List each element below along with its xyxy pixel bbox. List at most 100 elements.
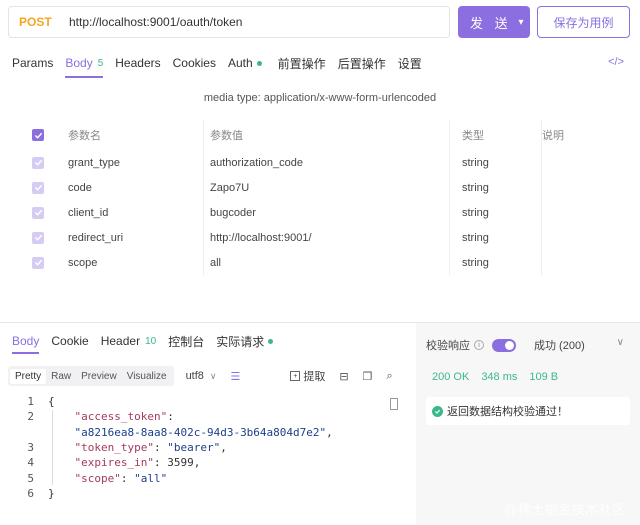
tab-label: 控制台 xyxy=(168,334,205,349)
code-text: "a8216ea8-8aa8-402c-94d3-3b64a804d7e2", xyxy=(34,426,333,439)
validation-result: 返回数据结构校验通过！ xyxy=(426,397,630,425)
count-badge: 10 xyxy=(145,335,157,347)
tab-label: Auth xyxy=(227,56,253,70)
save-as-case-button[interactable]: 保存为用例 xyxy=(537,6,630,38)
response-time: 348 ms xyxy=(481,371,518,383)
row-checkbox[interactable] xyxy=(32,156,44,169)
json-key: "token_type" xyxy=(74,441,154,455)
json-key: "expires_in" xyxy=(74,456,154,470)
indent-guide xyxy=(52,410,53,485)
wrap-lines-icon[interactable]: ☰ xyxy=(231,370,241,383)
code-text: "access_token": xyxy=(34,410,174,423)
param-value[interactable]: http://localhost:9001/ xyxy=(204,232,312,244)
chevron-down-icon[interactable]: ∨ xyxy=(210,371,217,382)
extract-label: 提取 xyxy=(303,371,326,383)
tab-headers[interactable]: Headers xyxy=(115,48,160,78)
param-value[interactable]: all xyxy=(204,257,221,269)
watermark: @稀土掘金技术社区 xyxy=(504,502,626,517)
json-separator: : xyxy=(153,456,168,470)
format-raw[interactable]: Raw xyxy=(46,369,76,384)
response-code-editor[interactable]: 1{2 "access_token": "a8216ea8-8aa8-402c-… xyxy=(8,394,408,514)
tab-body[interactable]: Body 5 xyxy=(65,48,103,78)
column-header-type: 类型 xyxy=(462,130,484,142)
send-button[interactable]: 发 送 ▾ xyxy=(458,6,530,38)
http-method-selector[interactable]: POST xyxy=(9,15,55,29)
chevron-down-icon[interactable]: ▾ xyxy=(512,17,530,28)
param-name[interactable]: code xyxy=(56,182,92,194)
column-header-description: 说明 xyxy=(542,130,564,142)
row-checkbox[interactable] xyxy=(32,181,44,194)
status-dot xyxy=(268,338,274,344)
param-value[interactable]: authorization_code xyxy=(204,157,303,169)
format-visualize[interactable]: Visualize xyxy=(122,369,172,384)
url-input[interactable]: http://localhost:9001/oauth/token xyxy=(55,15,242,29)
save-icon[interactable]: ⊟ xyxy=(339,370,348,383)
response-case-select[interactable]: 成功 (200) xyxy=(534,337,585,353)
format-pretty[interactable]: Pretty xyxy=(10,368,47,384)
param-name[interactable]: client_id xyxy=(56,207,108,219)
param-name[interactable]: scope xyxy=(56,257,97,269)
tab-console[interactable]: 控制台 xyxy=(168,328,204,354)
row-checkbox[interactable] xyxy=(32,256,44,269)
row-checkbox[interactable] xyxy=(32,231,44,244)
param-type[interactable]: string xyxy=(450,232,489,244)
code-text: } xyxy=(34,487,55,500)
json-comma: , xyxy=(326,425,333,439)
json-string: "all" xyxy=(134,471,168,485)
tab-label: Headers xyxy=(115,56,161,70)
param-type[interactable]: string xyxy=(450,157,489,169)
encoding-select[interactable]: utf8 xyxy=(186,370,204,382)
validation-message: 返回数据结构校验通过！ xyxy=(447,406,568,418)
tab-label: 后置操作 xyxy=(337,56,386,71)
validate-response-label: 校验响应 xyxy=(426,340,470,352)
param-value[interactable]: Zapo7U xyxy=(204,182,249,194)
tab-response-body[interactable]: Body xyxy=(12,328,40,354)
json-separator: : xyxy=(120,471,135,485)
tab-pre-operations[interactable]: 前置操作 xyxy=(278,48,326,78)
status-dot xyxy=(256,60,262,66)
param-name[interactable]: grant_type xyxy=(56,157,120,169)
validate-toggle[interactable] xyxy=(492,338,516,352)
response-toolbar: Pretty Raw Preview Visualize utf8 ∨ ☰ + 提… xyxy=(8,366,408,386)
table-row: grant_type authorization_code string xyxy=(20,150,620,175)
count-badge: 5 xyxy=(97,57,104,69)
param-type[interactable]: string xyxy=(450,182,489,194)
select-all-checkbox[interactable] xyxy=(32,129,44,141)
format-preview[interactable]: Preview xyxy=(76,369,122,384)
search-icon[interactable]: ⌕ xyxy=(386,370,392,383)
send-button-label: 发 送 xyxy=(470,15,512,31)
tab-actual-request[interactable]: 实际请求 xyxy=(216,328,274,354)
tab-params[interactable]: Params xyxy=(12,48,53,78)
param-type[interactable]: string xyxy=(450,257,489,269)
code-text: "expires_in": 3599, xyxy=(34,456,201,470)
tab-post-operations[interactable]: 后置操作 xyxy=(338,48,386,78)
chevron-down-icon[interactable]: ∨ xyxy=(617,337,624,348)
code-brace: } xyxy=(48,486,55,500)
request-url-bar[interactable]: POST http://localhost:9001/oauth/token xyxy=(8,6,450,38)
tab-cookies[interactable]: Cookies xyxy=(173,48,216,78)
copy-icon[interactable]: ❐ xyxy=(363,370,373,383)
scrollbar[interactable] xyxy=(390,398,398,410)
tab-label: Header xyxy=(100,334,141,348)
param-name[interactable]: redirect_uri xyxy=(56,232,123,244)
json-key: "access_token" xyxy=(74,410,168,424)
info-icon[interactable]: i xyxy=(474,340,484,350)
code-line: 5 "scope": "all" xyxy=(8,470,408,485)
table-row: scope all string xyxy=(20,250,620,275)
row-checkbox[interactable] xyxy=(32,206,44,219)
code-line: 2 "access_token": xyxy=(8,409,408,424)
request-tabs: Params Body 5 Headers Cookies Auth 前置操作 后… xyxy=(0,48,640,78)
tab-response-cookie[interactable]: Cookie xyxy=(51,328,88,354)
code-icon[interactable]: </> xyxy=(608,56,624,68)
param-value[interactable]: bugcoder xyxy=(204,207,256,219)
tab-label: Body xyxy=(65,56,93,70)
tab-auth[interactable]: Auth xyxy=(228,48,262,78)
tab-settings[interactable]: 设置 xyxy=(398,48,422,78)
param-type[interactable]: string xyxy=(450,207,489,219)
tab-label: Cookies xyxy=(172,56,216,70)
code-line: 3 "token_type": "bearer", xyxy=(8,440,408,455)
extract-button[interactable]: + 提取 xyxy=(290,368,325,384)
code-text: { xyxy=(34,395,55,408)
response-tabs: Body Cookie Header 10 控制台 实际请求 xyxy=(0,328,410,354)
tab-response-header[interactable]: Header 10 xyxy=(101,328,156,354)
